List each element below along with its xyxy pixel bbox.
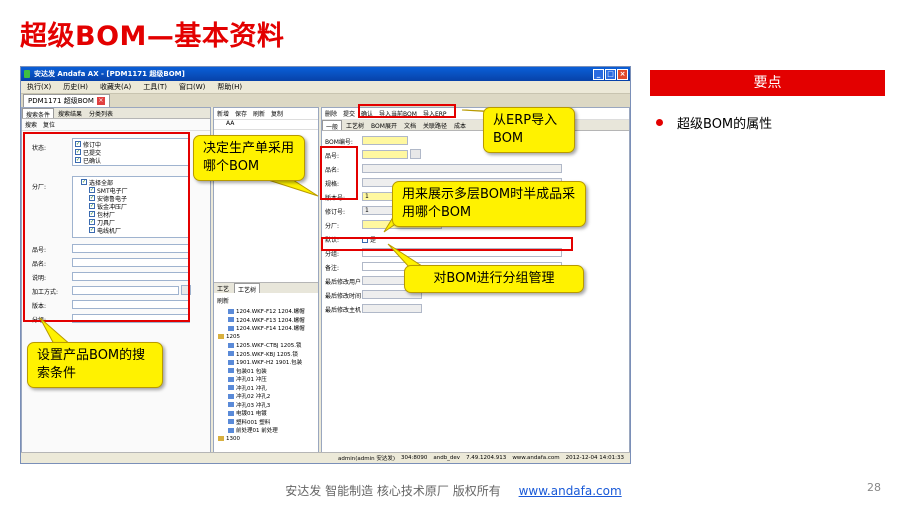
- item-lookup-icon[interactable]: [410, 149, 421, 159]
- bom-list-header: AA: [214, 120, 318, 130]
- tree-item[interactable]: 塑料001 塑料: [214, 418, 318, 427]
- bom-no-label: BOM编号:: [325, 139, 353, 146]
- footer-link[interactable]: www.andafa.com: [519, 484, 622, 498]
- tab-documents[interactable]: 文档: [401, 120, 419, 130]
- tree-item[interactable]: 冲孔01 冲压: [214, 375, 318, 384]
- tree-item[interactable]: 1204.WKF-F12 1204.螺帽: [214, 307, 318, 316]
- key-points-header: 要点: [650, 70, 885, 96]
- document-tab-label: PDM1171 超级BOM: [28, 97, 94, 105]
- tree-item[interactable]: 冲孔03 冲孔3: [214, 401, 318, 410]
- document-tab[interactable]: PDM1171 超级BOM ×: [23, 94, 110, 107]
- status-port: 304:8090: [400, 455, 428, 461]
- process-tree: 1204.WKF-F12 1204.螺帽 1204.WKF-F13 1204.螺…: [214, 307, 318, 443]
- delete-button[interactable]: 删除: [325, 109, 337, 118]
- status-site: www.andafa.com: [512, 455, 560, 461]
- status-bar: admin(admin 安达发) 304:8090 andb_dev 7.49.…: [21, 452, 630, 463]
- item-no-field[interactable]: [362, 150, 408, 159]
- key-point-text: 超级BOM的属性: [677, 117, 773, 132]
- submit-button[interactable]: 提交: [343, 109, 355, 118]
- tree-item[interactable]: 前处理01 前处理: [214, 426, 318, 435]
- last-time-label: 最后修改时间: [325, 293, 362, 300]
- tab-process[interactable]: 工艺: [214, 283, 232, 293]
- menu-bar: 执行(X) 历史(H) 收藏夹(A) 工具(T) 窗口(W) 帮助(H): [21, 81, 630, 94]
- revision-label: 修订号:: [325, 209, 346, 216]
- footer: 安达发 智能制造 核心技术原厂 版权所有 www.andafa.com: [0, 482, 907, 499]
- tree-item[interactable]: 1204.WKF-F14 1204.螺帽: [214, 324, 318, 333]
- maximize-icon[interactable]: □: [605, 68, 616, 80]
- app-logo-icon: [24, 70, 30, 78]
- item-name-field: [362, 164, 562, 173]
- bom-no-input[interactable]: [362, 136, 408, 145]
- tab-search-results[interactable]: 搜索结果: [55, 108, 85, 118]
- status-version: 7.49.1204.913: [466, 455, 507, 461]
- remark-label: 备注:: [325, 265, 340, 272]
- tree-item[interactable]: 1205.WKF-KBJ 1205.锁: [214, 350, 318, 359]
- reset-button[interactable]: 复位: [43, 120, 55, 129]
- save-button[interactable]: 保存: [235, 109, 247, 118]
- tab-category-list[interactable]: 分类列表: [86, 108, 116, 118]
- menu-favorites[interactable]: 收藏夹(A): [100, 82, 131, 92]
- footer-text: 安达发 智能制造 核心技术原厂 版权所有: [285, 484, 501, 498]
- search-button[interactable]: 搜索: [25, 120, 37, 129]
- last-user-label: 最后修改用户: [325, 279, 362, 286]
- last-host-label: 最后修改主机: [325, 307, 362, 314]
- page-number: 28: [867, 481, 881, 494]
- callout-multilevel: 用来展示多层BOM时半成品采用哪个BOM: [392, 181, 586, 227]
- tab-close-icon[interactable]: ×: [96, 97, 105, 105]
- minimize-icon[interactable]: _: [593, 68, 604, 80]
- bullet-icon: [656, 119, 663, 126]
- window-title: 安达发 Andafa AX - [PDM1171 超级BOM]: [34, 70, 185, 78]
- menu-history[interactable]: 历史(H): [63, 82, 88, 92]
- status-db: andb_dev: [433, 455, 461, 461]
- tree-item[interactable]: 1205.WKF-CTBJ 1205.锁: [214, 341, 318, 350]
- title-bar: 安达发 Andafa AX - [PDM1171 超级BOM] _ □ ×: [21, 67, 630, 81]
- tree-node[interactable]: 1205: [214, 333, 318, 342]
- branch-label: 分厂:: [325, 223, 340, 230]
- document-tab-bar: PDM1171 超级BOM ×: [21, 94, 630, 107]
- import-highlight-box: [358, 104, 456, 118]
- menu-window[interactable]: 窗口(W): [179, 82, 205, 92]
- new-button[interactable]: 新增: [217, 109, 229, 118]
- tab-cost[interactable]: 成本: [451, 120, 469, 130]
- close-icon[interactable]: ×: [617, 68, 628, 80]
- status-user: admin(admin 安达发): [337, 456, 395, 462]
- last-host-field: [362, 304, 422, 313]
- menu-help[interactable]: 帮助(H): [217, 82, 242, 92]
- status-datetime: 2012-12-04 14:01:33: [565, 455, 624, 461]
- group-highlight-box: [321, 237, 573, 251]
- tree-item[interactable]: 1901.WKF-H2 1901.包装: [214, 358, 318, 367]
- copy-button[interactable]: 复制: [271, 109, 283, 118]
- tree-item[interactable]: 冲孔01 冲孔: [214, 384, 318, 393]
- tab-search-conditions[interactable]: 搜索条件: [22, 108, 55, 119]
- item-version-highlight-box: [320, 146, 358, 200]
- tree-item[interactable]: 电镀01 电镀: [214, 409, 318, 418]
- tab-related-path[interactable]: 关联路径: [420, 120, 450, 130]
- key-point-item: 超级BOM的属性: [656, 113, 772, 132]
- tab-process-tree[interactable]: 工艺树: [343, 120, 367, 130]
- tab-process-tree[interactable]: 工艺树: [234, 283, 261, 294]
- callout-production-bom: 决定生产单采用哪个BOM: [193, 135, 305, 181]
- callout-search: 设置产品BOM的搜索条件: [27, 342, 163, 388]
- tab-bom-expand[interactable]: BOM展开: [368, 120, 400, 130]
- refresh-button[interactable]: 刷新: [253, 109, 265, 118]
- tree-item[interactable]: 包装01 包装: [214, 367, 318, 376]
- callout-grouping: 对BOM进行分组管理: [404, 265, 584, 293]
- menu-execute[interactable]: 执行(X): [27, 82, 51, 92]
- menu-tools[interactable]: 工具(T): [143, 82, 167, 92]
- tree-node[interactable]: 1300: [214, 435, 318, 444]
- tab-general[interactable]: 一般: [322, 120, 343, 131]
- tree-item[interactable]: 冲孔02 冲孔2: [214, 392, 318, 401]
- slide-title: 超级BOM—基本资料: [20, 21, 285, 52]
- search-highlight-box: [23, 132, 190, 322]
- tree-refresh-button[interactable]: 刷新: [217, 296, 229, 305]
- tree-item[interactable]: 1204.WKF-F13 1204.螺帽: [214, 316, 318, 325]
- callout-erp-import: 从ERP导入BOM: [483, 107, 575, 153]
